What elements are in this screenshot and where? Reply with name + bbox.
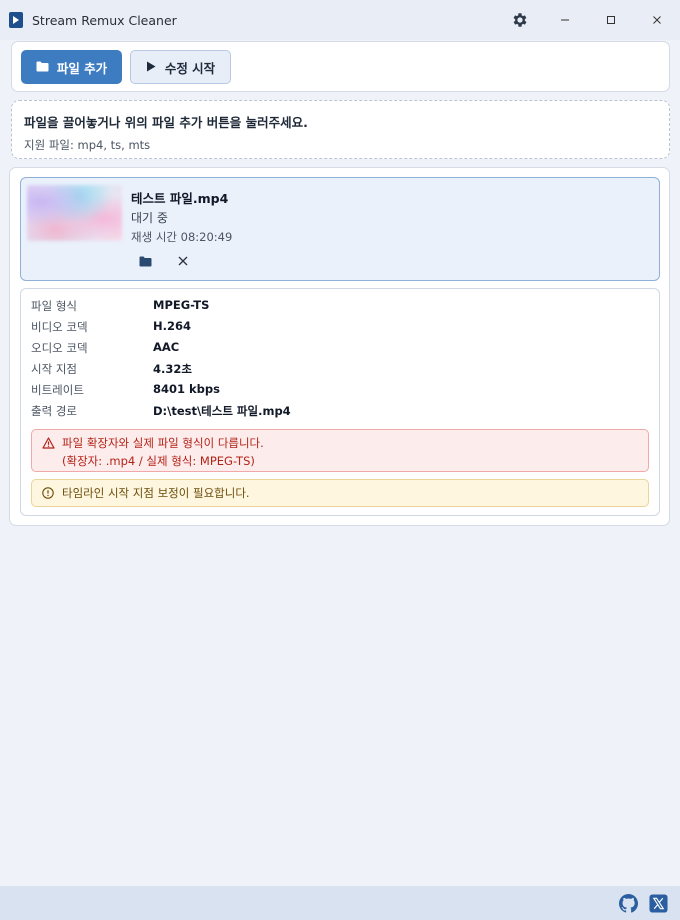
detail-row: 오디오 코덱 AAC bbox=[31, 340, 179, 356]
toolbar: 파일 추가 수정 시작 bbox=[11, 41, 670, 92]
minimize-icon[interactable] bbox=[542, 0, 588, 40]
start-fix-label: 수정 시작 bbox=[164, 60, 216, 76]
file-list: 테스트 파일.mp4 대기 중 재생 시간 08:20:49 파일 형식 MPE… bbox=[9, 167, 670, 526]
close-icon[interactable] bbox=[634, 0, 680, 40]
file-item[interactable]: 테스트 파일.mp4 대기 중 재생 시간 08:20:49 bbox=[20, 177, 660, 281]
error-message: 파일 확장자와 실제 파일 형식이 다릅니다. bbox=[62, 436, 264, 450]
detail-row: 비디오 코덱 H.264 bbox=[31, 319, 191, 335]
play-square-icon bbox=[9, 12, 23, 28]
detail-value: 4.32초 bbox=[153, 362, 192, 376]
detail-label: 비트레이트 bbox=[31, 383, 84, 397]
detail-label: 시작 지점 bbox=[31, 362, 77, 376]
warning-triangle-icon bbox=[42, 437, 62, 449]
detail-value: MPEG-TS bbox=[153, 298, 210, 312]
detail-row: 시작 지점 4.32초 bbox=[31, 361, 192, 377]
add-file-label: 파일 추가 bbox=[56, 60, 108, 76]
play-icon bbox=[146, 60, 156, 75]
open-folder-icon[interactable] bbox=[135, 252, 155, 270]
drop-zone[interactable]: 파일을 끌어놓거나 위의 파일 추가 버튼을 눌러주세요. 지원 파일: mp4… bbox=[11, 100, 670, 159]
x-twitter-icon[interactable] bbox=[648, 893, 668, 913]
detail-value: AAC bbox=[153, 340, 180, 354]
supported-formats: 지원 파일: mp4, ts, mts bbox=[24, 138, 151, 152]
title-bar: Stream Remux Cleaner bbox=[0, 0, 680, 40]
drop-hint: 파일을 끌어놓거나 위의 파일 추가 버튼을 눌러주세요. bbox=[24, 115, 308, 130]
maximize-icon[interactable] bbox=[588, 0, 634, 40]
remove-file-icon[interactable] bbox=[173, 252, 193, 270]
video-thumbnail bbox=[27, 185, 122, 241]
status-bar bbox=[0, 886, 680, 920]
detail-label: 출력 경로 bbox=[31, 404, 77, 418]
window-title: Stream Remux Cleaner bbox=[32, 12, 177, 28]
add-file-button[interactable]: 파일 추가 bbox=[21, 50, 122, 84]
detail-label: 오디오 코덱 bbox=[31, 341, 88, 355]
detail-label: 비디오 코덱 bbox=[31, 320, 88, 334]
error-detail: (확장자: .mp4 / 실제 형식: MPEG-TS) bbox=[62, 454, 255, 468]
timeline-warning-alert: 타임라인 시작 지점 보정이 필요합니다. bbox=[31, 479, 649, 507]
file-name: 테스트 파일.mp4 bbox=[131, 191, 229, 206]
file-details: 파일 형식 MPEG-TS 비디오 코덱 H.264 오디오 코덱 AAC 시작… bbox=[20, 288, 660, 516]
warning-message: 타임라인 시작 지점 보정이 필요합니다. bbox=[62, 486, 250, 500]
github-icon[interactable] bbox=[618, 893, 638, 913]
detail-row: 출력 경로 D:\test\테스트 파일.mp4 bbox=[31, 403, 291, 419]
detail-row: 파일 형식 MPEG-TS bbox=[31, 298, 209, 314]
info-circle-icon bbox=[42, 487, 62, 499]
start-fix-button[interactable]: 수정 시작 bbox=[130, 50, 231, 84]
folder-icon bbox=[36, 60, 49, 75]
settings-gear-icon[interactable] bbox=[498, 0, 542, 40]
detail-value: H.264 bbox=[153, 319, 191, 333]
main-area: 파일 추가 수정 시작 파일을 끌어놓거나 위의 파일 추가 버튼을 눌러주세요… bbox=[0, 40, 680, 886]
detail-value: D:\test\테스트 파일.mp4 bbox=[153, 404, 291, 418]
detail-label: 파일 형식 bbox=[31, 299, 77, 313]
detail-value: 8401 kbps bbox=[153, 382, 220, 396]
detail-row: 비트레이트 8401 kbps bbox=[31, 382, 220, 398]
format-mismatch-alert: 파일 확장자와 실제 파일 형식이 다릅니다. (확장자: .mp4 / 실제 … bbox=[31, 429, 649, 472]
file-status: 대기 중 bbox=[131, 211, 168, 225]
file-duration: 재생 시간 08:20:49 bbox=[131, 230, 233, 244]
